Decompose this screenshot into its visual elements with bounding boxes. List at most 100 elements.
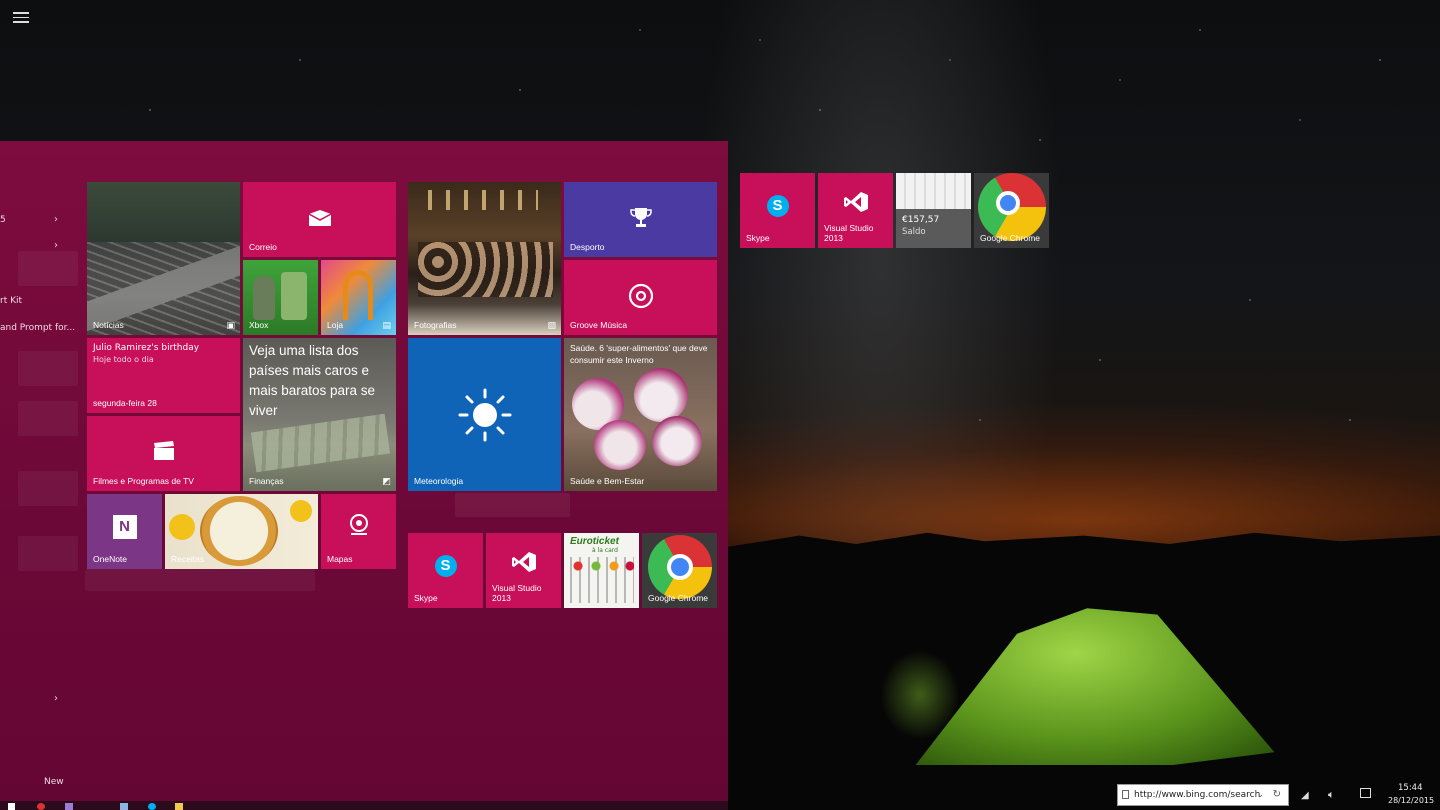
explorer-taskbar-icon[interactable] — [120, 803, 128, 810]
new-label: New — [44, 777, 64, 787]
tile-groove[interactable]: Groove Música — [564, 260, 717, 335]
hamburger-menu-icon[interactable] — [13, 12, 29, 24]
refresh-icon[interactable]: ↻ — [1273, 785, 1281, 805]
action-center-icon[interactable] — [1360, 788, 1371, 798]
groove-disc-icon — [628, 283, 653, 309]
tile-label: Visual Studio 2013 — [824, 223, 874, 244]
tile-label: Finanças — [249, 476, 284, 487]
tile-saude[interactable]: Saúde. 6 'super-alimentos' que deve cons… — [564, 338, 717, 491]
tile-fotografias[interactable]: Fotografias ▨ — [408, 182, 561, 335]
tile-label: Google Chrome — [980, 233, 1041, 244]
chevron-right-icon[interactable]: › — [54, 693, 58, 704]
tart-image — [200, 496, 278, 566]
tile-onenote[interactable]: N OneNote — [87, 494, 162, 569]
network-icon[interactable]: ◢ — [1301, 790, 1309, 801]
app-list-item[interactable]: rt Kit — [0, 296, 22, 306]
clock-time[interactable]: 15:44 — [1398, 783, 1423, 793]
tile-label: Xbox — [249, 320, 269, 331]
euroticket-sub: à la card — [592, 547, 618, 554]
saldo-label: Saldo — [902, 227, 926, 237]
tile-label: Correio — [249, 242, 277, 253]
chevron-right-icon[interactable]: › — [54, 240, 58, 251]
desktop-tile-saldo[interactable]: €157,57 Saldo — [896, 173, 971, 248]
tile-meteorologia[interactable]: Meteorologia — [408, 338, 561, 491]
tile-label: Desporto — [570, 242, 605, 253]
tile-label: Mapas — [327, 554, 353, 565]
tile-skype[interactable]: S Skype — [408, 533, 483, 608]
money-image — [250, 413, 391, 473]
folder-taskbar-icon[interactable] — [175, 803, 183, 810]
saude-headline: Saúde. 6 'super-alimentos' que deve cons… — [570, 343, 708, 365]
chrome-icon — [977, 173, 1046, 241]
tile-receitas[interactable]: Receitas — [165, 494, 318, 569]
app-list-ghost — [18, 536, 78, 571]
tile-mapas[interactable]: Mapas — [321, 494, 396, 569]
xbox-characters-image — [253, 276, 275, 320]
desktop-tile-skype[interactable]: S Skype — [740, 173, 815, 248]
tile-label: Google Chrome — [648, 593, 709, 604]
euroticket-preview — [896, 173, 971, 209]
map-pin-camera-icon — [349, 513, 368, 535]
tile-financas[interactable]: Veja uma lista dos países mais caros e m… — [243, 338, 396, 491]
photo-icon: ▨ — [547, 321, 556, 331]
app-list: 5 › › rt Kit and Prompt for... › New — [0, 141, 80, 810]
tile-chrome[interactable]: Google Chrome — [642, 533, 717, 608]
app-list-item[interactable]: 5 — [0, 215, 6, 225]
page-icon — [1122, 790, 1129, 799]
skype-icon: S — [434, 555, 457, 577]
calendar-time: Hoje todo o dia — [93, 355, 154, 364]
tile-label: Notícias — [93, 320, 124, 331]
tile-label: Receitas — [171, 554, 205, 565]
euroticket-brand: Euroticket — [570, 536, 619, 547]
volume-icon[interactable]: 🔈︎ — [1328, 788, 1335, 802]
tile-visual-studio[interactable]: Visual Studio 2013 — [486, 533, 561, 608]
visual-studio-icon — [843, 191, 868, 212]
visual-studio-taskbar-icon[interactable] — [65, 803, 73, 810]
calendar-event: Julio Ramirez's birthday — [93, 343, 200, 353]
chevron-down-icon[interactable]: ⌄ — [1256, 785, 1264, 805]
sun-icon — [458, 388, 511, 441]
tile-calendar[interactable]: Julio Ramirez's birthday Hoje todo o dia… — [87, 338, 240, 413]
news-icon: ▣ — [226, 321, 235, 331]
store-bag-icon: ▤ — [382, 321, 391, 331]
chevron-right-icon[interactable]: › — [54, 214, 58, 225]
lemon-image — [169, 514, 195, 540]
drag-ghost — [455, 493, 570, 517]
tile-noticias[interactable]: Notícias ▣ — [87, 182, 240, 335]
clock-date[interactable]: 28/12/2015 — [1388, 796, 1434, 805]
address-bar-url: http://www.bing.com/search — [1134, 790, 1261, 800]
app-list-ghost — [18, 351, 78, 386]
tile-label: Groove Música — [570, 320, 628, 331]
tile-euroticket[interactable]: Euroticket à la card — [564, 533, 639, 608]
start-icon[interactable] — [8, 803, 15, 810]
turnip-image — [652, 416, 702, 466]
desktop-tile-chrome[interactable]: Google Chrome — [974, 173, 1049, 248]
taskbar-address-bar[interactable]: http://www.bing.com/search ⌄ ↻ — [1117, 784, 1289, 806]
lemon-image — [290, 500, 312, 522]
financas-headline: Veja uma lista dos países mais caros e m… — [249, 343, 376, 418]
skype-taskbar-icon[interactable] — [148, 803, 156, 810]
taskbar — [0, 801, 728, 810]
chrome-taskbar-icon[interactable] — [37, 803, 45, 810]
xbox-characters-image — [281, 272, 307, 320]
app-list-item[interactable]: and Prompt for... — [0, 323, 75, 333]
desktop-tile-visual-studio[interactable]: Visual Studio 2013 — [818, 173, 893, 248]
tile-label: Skype — [746, 233, 770, 244]
film-clapper-icon — [153, 440, 174, 460]
saldo-value: €157,57 — [902, 215, 940, 225]
euroticket-food — [570, 559, 634, 573]
tile-label: Skype — [414, 593, 438, 604]
tile-filmes[interactable]: Filmes e Programas de TV — [87, 416, 240, 491]
tile-xbox[interactable]: Xbox — [243, 260, 318, 335]
tile-loja[interactable]: Loja ▤ — [321, 260, 396, 335]
photo-lights — [428, 190, 538, 210]
tile-label: Fotografias — [414, 320, 457, 331]
tile-label: Filmes e Programas de TV — [93, 476, 194, 487]
tile-label: Visual Studio 2013 — [492, 583, 542, 604]
turnip-image — [594, 420, 646, 470]
tile-label: Saúde e Bem-Estar — [570, 476, 645, 487]
skype-icon: S — [766, 195, 789, 217]
tile-desporto[interactable]: Desporto — [564, 182, 717, 257]
tile-correio[interactable]: Correio — [243, 182, 396, 257]
loja-image — [343, 270, 373, 320]
